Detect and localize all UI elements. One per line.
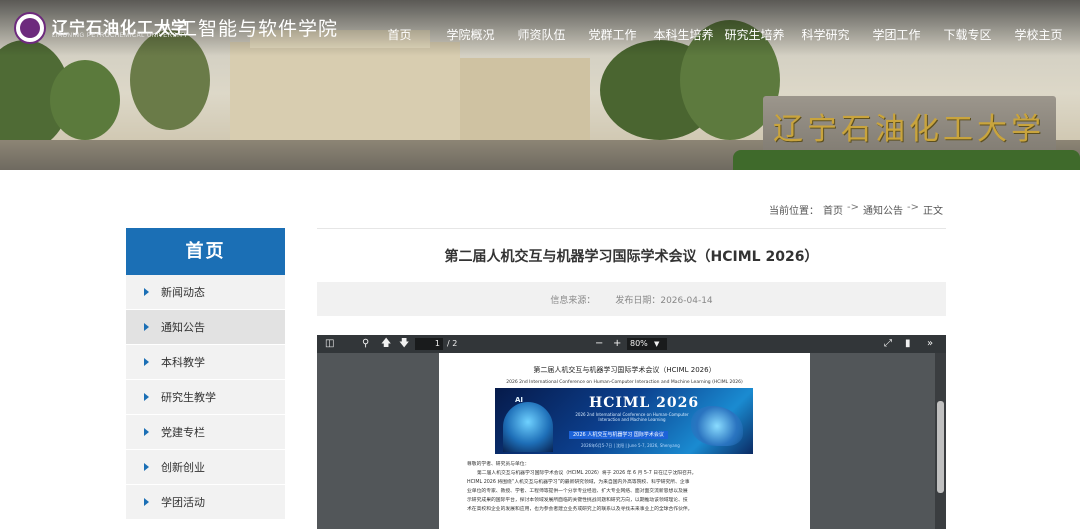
nav-research[interactable]: 科学研究: [790, 26, 861, 43]
nav-downloads[interactable]: 下载专区: [932, 26, 1003, 43]
more-tools-icon[interactable]: »: [927, 338, 933, 350]
college-name[interactable]: 人工智能与软件学院: [158, 14, 338, 41]
pdf-page-body: 尊敬的学者、研究员与单位： 第二届人机交互与机器学习国际学术会议（HCIML 2…: [467, 460, 787, 514]
nav-undergraduate[interactable]: 本科生培养: [648, 26, 719, 43]
search-icon[interactable]: ⚲: [362, 338, 369, 350]
conference-poster: AI HCIML 2026 2026 2nd International Con…: [495, 388, 753, 454]
article-date-label: 发布日期：: [615, 295, 661, 306]
triangle-right-icon: [144, 428, 149, 436]
banner-building: [460, 58, 590, 144]
poster-ai-label: AI: [515, 396, 524, 404]
nav-student-work[interactable]: 学团工作: [861, 26, 932, 43]
article-date: 发布日期：2026-04-14: [615, 293, 712, 306]
banner-hedge: [733, 150, 1080, 170]
sidebar: 首页 新闻动态 通知公告 本科教学 研究生教学 党建专栏 创新创业 学团活动: [126, 228, 285, 520]
nav-home[interactable]: 首页: [364, 26, 435, 43]
sidebar-item-label: 通知公告: [161, 321, 205, 334]
fit-page-icon[interactable]: ⤢: [884, 338, 892, 350]
sidebar-item-label: 学团活动: [161, 496, 205, 509]
bookmark-icon[interactable]: ▮: [905, 338, 911, 350]
pdf-page-subtitle: 2026 2nd International Conference on Hum…: [506, 380, 743, 385]
article-title: 第二届人机交互与机器学习国际学术会议（HCIML 2026）: [444, 249, 819, 265]
pdf-scrollbar[interactable]: [935, 353, 946, 529]
triangle-right-icon: [144, 288, 149, 296]
nav-university-home[interactable]: 学校主页: [1003, 26, 1074, 43]
triangle-right-icon: [144, 498, 149, 506]
sidebar-item-innovation[interactable]: 创新创业: [126, 450, 285, 485]
article-meta: 信息来源： 发布日期：2026-04-14: [317, 282, 946, 316]
poster-hand-graphic: [691, 406, 743, 446]
body-line: 第二届人机交互与机器学习国际学术会议（HCIML 2026）将于 2026 年 …: [477, 471, 697, 476]
sidebar-item-label: 本科教学: [161, 356, 205, 369]
zoom-in-icon[interactable]: +: [613, 338, 621, 350]
sidebar-item-label: 新闻动态: [161, 286, 205, 299]
pdf-toolbar: ◫ ⚲ 🡅 🡇 1 / 2 − + 80% ▼ ⤢ ▮ »: [317, 335, 946, 353]
banner-tree: [50, 60, 120, 140]
main-nav: 首页 学院概况 师资队伍 党群工作 本科生培养 研究生培养 科学研究 学团工作 …: [364, 26, 1074, 43]
sidebar-item-student-activities[interactable]: 学团活动: [126, 485, 285, 520]
sidebar-toggle-icon[interactable]: ◫: [325, 338, 334, 350]
nav-graduate[interactable]: 研究生培养: [719, 26, 790, 43]
body-line: 业单位的专家、教授、学者、工程师等提供一个分享专业经验、扩大专业网络、面对面交流…: [467, 489, 688, 494]
triangle-right-icon: [144, 323, 149, 331]
body-line: 术在高校和企业的发展和应用，也为参会者建立业务或研究上的联系以及寻找未来事业上的…: [467, 507, 693, 512]
sidebar-item-label: 党建专栏: [161, 426, 205, 439]
pdf-page-title: 第二届人机交互与机器学习国际学术会议（HCIML 2026）: [533, 366, 716, 374]
poster-subtitle: 2026 2nd International Conference on Hum…: [575, 412, 689, 422]
arrow-up-icon[interactable]: 🡅: [381, 338, 391, 350]
pdf-viewer[interactable]: ◫ ⚲ 🡅 🡇 1 / 2 − + 80% ▼ ⤢ ▮ » 第二届人机交互与机器…: [317, 335, 946, 529]
breadcrumb-notices[interactable]: 通知公告: [863, 202, 903, 217]
sidebar-item-news[interactable]: 新闻动态: [126, 275, 285, 310]
triangle-right-icon: [144, 463, 149, 471]
sidebar-item-undergraduate[interactable]: 本科教学: [126, 345, 285, 380]
page-total: / 2: [447, 339, 458, 348]
sidebar-item-graduate[interactable]: 研究生教学: [126, 380, 285, 415]
breadcrumb-prefix: 当前位置：: [769, 206, 819, 217]
nav-party-work[interactable]: 党群工作: [577, 26, 648, 43]
university-logo-icon[interactable]: [14, 12, 46, 44]
sidebar-item-label: 研究生教学: [161, 391, 216, 404]
breadcrumb: 当前位置： 首页 -> 通知公告 -> 正文: [769, 202, 943, 217]
arrow-down-icon[interactable]: 🡇: [399, 338, 409, 350]
breadcrumb-home[interactable]: 首页: [823, 202, 843, 217]
nav-college-overview[interactable]: 学院概况: [435, 26, 506, 43]
zoom-out-icon[interactable]: −: [595, 338, 603, 350]
zoom-select[interactable]: 80%: [627, 338, 667, 350]
body-line: 尊敬的学者、研究员与单位：: [467, 462, 530, 467]
banner-building: [230, 42, 460, 140]
sidebar-item-notices[interactable]: 通知公告: [126, 310, 285, 345]
body-line: 示研究成果的国际平台，探讨本领域发展所面临的关键性挑战问题和研究方向，以期推动该…: [467, 498, 688, 503]
breadcrumb-current: 正文: [923, 206, 943, 217]
poster-title: HCIML 2026: [589, 395, 700, 411]
chevron-down-icon[interactable]: ▼: [654, 338, 659, 350]
article-source-label: 信息来源：: [550, 295, 596, 306]
pdf-page: 第二届人机交互与机器学习国际学术会议（HCIML 2026） 2026 2nd …: [439, 353, 810, 529]
poster-date: 2026年6月5-7日 | 沈阳 | June 5-7, 2026, Sheny…: [581, 443, 680, 448]
pdf-scrollbar-thumb[interactable]: [937, 401, 944, 493]
content-divider: [317, 228, 946, 229]
sidebar-title[interactable]: 首页: [126, 228, 285, 275]
header-banner: 辽宁石油化工大学 辽宁石油化工大学 LIAONING PETROCHEMICAL…: [0, 0, 1080, 170]
triangle-right-icon: [144, 393, 149, 401]
poster-robot-head: [503, 402, 553, 452]
poster-banner: 2026 人机交互与机器学习 国际学术会议: [569, 431, 668, 439]
page-number-input[interactable]: 1: [415, 338, 443, 350]
breadcrumb-separator: ->: [907, 202, 919, 213]
sidebar-item-label: 创新创业: [161, 461, 205, 474]
stone-inscription: 辽宁石油化工大学: [773, 112, 1045, 147]
article-date-value: 2026-04-14: [660, 295, 713, 306]
breadcrumb-separator: ->: [847, 202, 859, 213]
sidebar-item-party[interactable]: 党建专栏: [126, 415, 285, 450]
body-line: HCIML 2026 将围绕“人机交互与机器学习”的最新研究领域，为来自国内外高…: [467, 480, 690, 485]
triangle-right-icon: [144, 358, 149, 366]
nav-faculty[interactable]: 师资队伍: [506, 26, 577, 43]
